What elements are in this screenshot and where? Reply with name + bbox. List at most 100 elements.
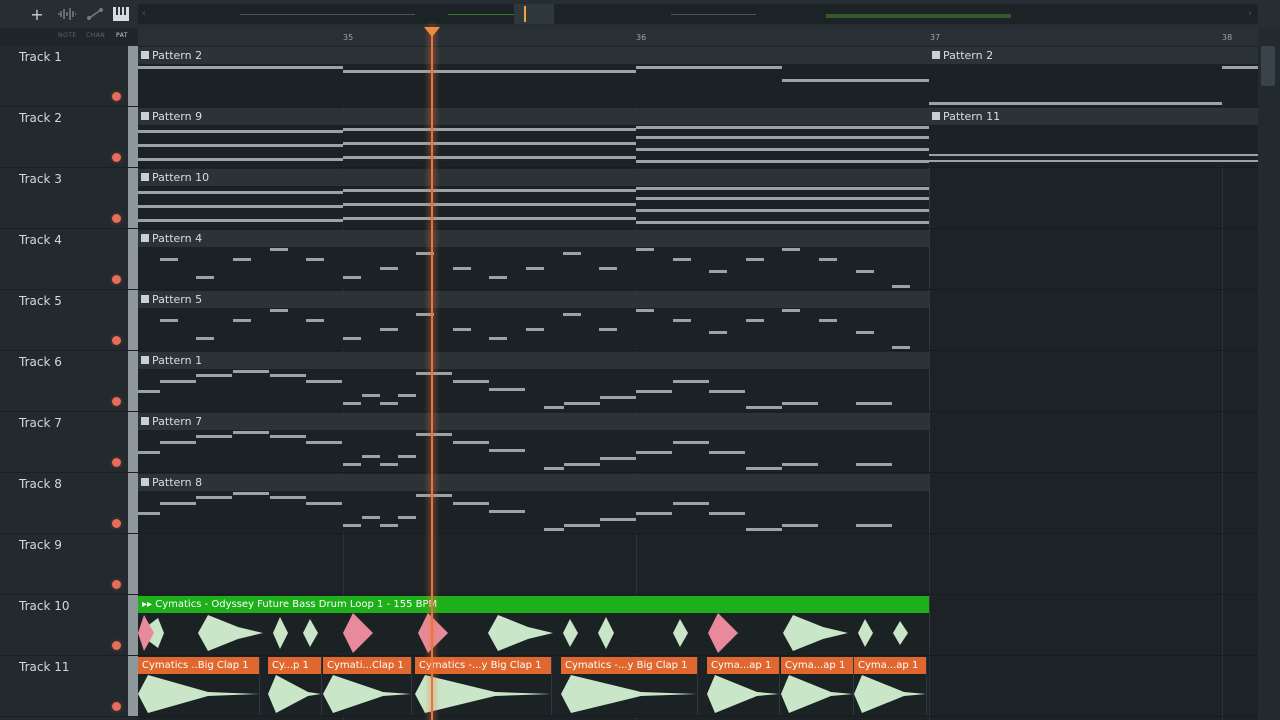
audio-clip[interactable]: Cymati...Clap 1: [323, 657, 412, 715]
note: [380, 463, 398, 466]
track-resize-handle[interactable]: [128, 656, 138, 716]
track-header[interactable]: Track 7: [0, 412, 138, 473]
note: [599, 267, 617, 270]
pattern-clip[interactable]: Pattern 2: [929, 47, 1258, 105]
pattern-clip[interactable]: Pattern 4: [138, 230, 930, 288]
pattern-clip[interactable]: Pattern 2: [138, 47, 930, 105]
audio-clip[interactable]: Cyma...ap 1: [707, 657, 780, 715]
note: [489, 337, 507, 340]
vertical-scrollbar[interactable]: [1258, 28, 1280, 720]
note: [306, 258, 324, 261]
note: [636, 126, 929, 129]
mute-icon[interactable]: [112, 153, 121, 162]
pattern-clip[interactable]: Pattern 7: [138, 413, 930, 471]
mute-icon[interactable]: [112, 275, 121, 284]
mute-icon[interactable]: [112, 641, 121, 650]
note: [709, 451, 745, 454]
vertical-scroll-thumb[interactable]: [1261, 46, 1275, 86]
track-name: Track 1: [19, 50, 62, 64]
mute-icon[interactable]: [112, 580, 121, 589]
note: [782, 402, 818, 405]
note: [636, 197, 929, 200]
track-resize-handle[interactable]: [128, 46, 138, 106]
pattern-clip[interactable]: Pattern 1: [138, 352, 930, 410]
mute-icon[interactable]: [112, 397, 121, 406]
timeline-ruler[interactable]: 35 36 37 38: [138, 28, 1258, 46]
pattern-clip[interactable]: Pattern 11: [929, 108, 1258, 166]
horizontal-scrollbar[interactable]: ‹ ›: [138, 4, 1258, 24]
clip-title: Pattern 9: [138, 108, 929, 125]
track-header[interactable]: Track 9: [0, 534, 138, 595]
note: [636, 512, 672, 515]
track-resize-handle[interactable]: [128, 229, 138, 289]
clip-title: Pattern 2: [929, 47, 1258, 64]
note: [343, 217, 636, 220]
pattern-clip[interactable]: Pattern 5: [138, 291, 930, 349]
playhead-line[interactable]: [431, 28, 433, 720]
track-header[interactable]: Track 3: [0, 168, 138, 229]
waveform: [707, 675, 779, 713]
track-header[interactable]: Track 1: [0, 46, 138, 107]
track-resize-handle[interactable]: [128, 351, 138, 411]
audio-clip[interactable]: Cymatics -...y Big Clap 1: [561, 657, 698, 715]
note: [782, 79, 929, 82]
pattern-clip[interactable]: Pattern 8: [138, 474, 930, 532]
waveform-icon[interactable]: [56, 5, 78, 23]
scroll-thumb[interactable]: [514, 4, 554, 24]
track-resize-handle[interactable]: [128, 290, 138, 350]
piano-icon[interactable]: [110, 5, 132, 23]
lane[interactable]: [138, 534, 1258, 595]
track-header[interactable]: Track 11: [0, 656, 138, 717]
mute-icon[interactable]: [112, 519, 121, 528]
clip-title: Pattern 5: [138, 291, 929, 308]
scroll-left-icon[interactable]: ‹: [142, 8, 146, 19]
track-resize-handle[interactable]: [128, 412, 138, 472]
audio-clip-title: Cyma...ap 1: [707, 657, 779, 674]
track-resize-handle[interactable]: [128, 168, 138, 228]
note: [138, 191, 343, 194]
track-resize-handle[interactable]: [128, 534, 138, 594]
playhead-marker-icon[interactable]: [424, 27, 440, 37]
note: [636, 209, 929, 212]
note: [636, 160, 929, 163]
note: [782, 463, 818, 466]
note: [709, 390, 745, 393]
track-header[interactable]: Track 6: [0, 351, 138, 412]
note: [782, 309, 800, 312]
pattern-clip[interactable]: Pattern 9: [138, 108, 930, 166]
audio-clip[interactable]: Cy...p 1: [268, 657, 322, 715]
track-header[interactable]: Track 10: [0, 595, 138, 656]
mute-icon[interactable]: [112, 702, 121, 711]
track-header[interactable]: Track 5: [0, 290, 138, 351]
audio-clip[interactable]: ▸▸ Cymatics - Odyssey Future Bass Drum L…: [138, 596, 930, 654]
pattern-clip[interactable]: Pattern 10: [138, 169, 930, 227]
note: [138, 451, 160, 454]
track-resize-handle[interactable]: [128, 107, 138, 167]
track-header[interactable]: Track 8: [0, 473, 138, 534]
clip-title: Pattern 7: [138, 413, 929, 430]
note: [160, 502, 196, 505]
note: [138, 144, 343, 147]
automation-icon[interactable]: [84, 5, 106, 23]
playlist-grid[interactable]: Pattern 2 Pattern 2 Pattern 9 Pattern 11…: [138, 46, 1258, 720]
mute-icon[interactable]: [112, 214, 121, 223]
scroll-right-icon[interactable]: ›: [1248, 8, 1252, 19]
track-header[interactable]: Track 4: [0, 229, 138, 290]
audio-clip[interactable]: Cymatics -...y Big Clap 1: [415, 657, 552, 715]
track-resize-handle[interactable]: [128, 595, 138, 655]
mute-icon[interactable]: [112, 336, 121, 345]
audio-clip[interactable]: Cyma...ap 1: [854, 657, 927, 715]
mute-icon[interactable]: [112, 458, 121, 467]
audio-clip-title: Cy...p 1: [268, 657, 321, 674]
mute-icon[interactable]: [112, 92, 121, 101]
note: [563, 252, 581, 255]
note: [673, 502, 709, 505]
track-resize-handle[interactable]: [128, 473, 138, 533]
audio-clip[interactable]: Cymatics ..Big Clap 1: [138, 657, 260, 715]
note: [398, 455, 416, 458]
audio-clip[interactable]: Cyma...ap 1: [781, 657, 854, 715]
add-track-icon[interactable]: +: [26, 5, 48, 24]
track-header[interactable]: Track 2: [0, 107, 138, 168]
note: [489, 276, 507, 279]
note: [526, 328, 544, 331]
